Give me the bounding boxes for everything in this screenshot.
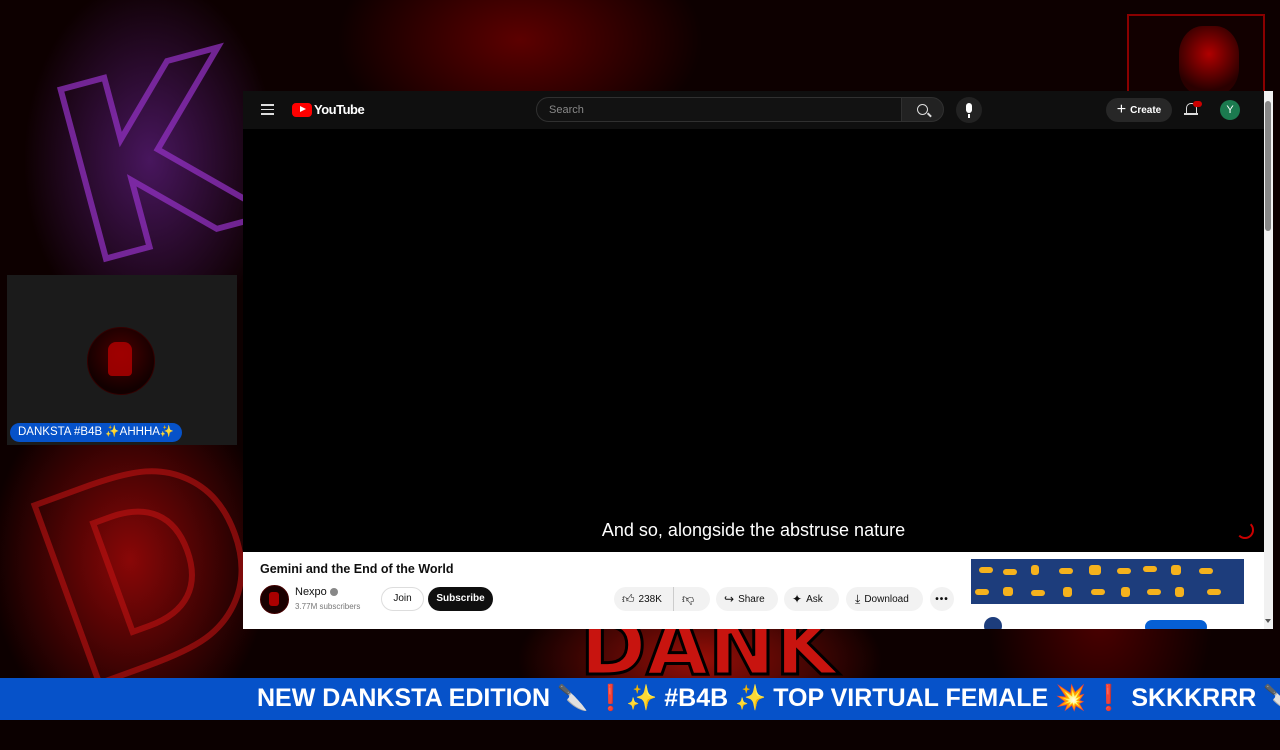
browser-window: YouTube + Create Y And so, alongside the…	[243, 91, 1273, 629]
account-avatar[interactable]: Y	[1220, 100, 1240, 120]
youtube-logo[interactable]: YouTube	[292, 102, 365, 117]
download-label: Download	[864, 593, 909, 605]
share-button[interactable]: ↪ Share	[716, 587, 778, 611]
notification-badge	[1193, 101, 1202, 107]
create-label: Create	[1130, 104, 1162, 116]
like-icon: 👍︎	[622, 592, 635, 606]
subscriber-count: 3.77M subscribers	[295, 602, 361, 611]
search-input[interactable]	[547, 103, 891, 117]
search-box	[536, 97, 902, 122]
search-button[interactable]	[901, 97, 944, 122]
background-art-letter: K	[24, 0, 282, 322]
ask-button[interactable]: ✦ Ask	[784, 587, 839, 611]
youtube-topbar: YouTube + Create Y	[243, 91, 1264, 129]
video-caption: And so, alongside the abstruse nature	[601, 520, 906, 540]
share-icon: ↪	[724, 592, 735, 606]
ad-cta-button[interactable]	[1145, 620, 1207, 629]
stream-ticker: NEW DANKSTA EDITION 🔪 ❗✨ #B4B ✨ TOP VIRT…	[0, 678, 1280, 720]
more-button[interactable]: •••	[930, 587, 954, 611]
page-scrollbar[interactable]	[1264, 91, 1273, 629]
channel-avatar[interactable]	[260, 585, 289, 614]
video-player[interactable]: And so, alongside the abstruse nature	[243, 129, 1264, 552]
loading-spinner-icon	[1236, 521, 1254, 539]
download-icon: ⤓	[855, 592, 861, 606]
youtube-logo-text: YouTube	[314, 102, 365, 117]
ticker-text: NEW DANKSTA EDITION 🔪 ❗✨ #B4B ✨ TOP VIRT…	[257, 684, 1280, 712]
like-count: 238K	[638, 593, 662, 605]
youtube-logo-icon	[292, 102, 312, 117]
like-button[interactable]: 👍︎ 238K	[614, 587, 674, 611]
menu-icon[interactable]	[261, 104, 274, 115]
download-button[interactable]: ⤓ Download	[846, 587, 923, 611]
like-dislike-group: 👍︎ 238K 👎︎	[614, 587, 710, 611]
ask-label: Ask	[806, 593, 823, 605]
ad-channel-avatar	[984, 617, 1002, 629]
webcam-panel: DANKSTA #B4B ✨AHHHA✨	[7, 275, 237, 445]
voice-search-button[interactable]	[956, 97, 982, 123]
corner-logo-character	[1179, 26, 1239, 96]
mic-icon	[966, 103, 972, 113]
plus-icon: +	[1116, 101, 1127, 118]
scroll-down-icon[interactable]	[1265, 619, 1271, 623]
streamer-avatar	[87, 327, 155, 395]
video-info: Gemini and the End of the World Nexpo 3.…	[243, 552, 1264, 629]
ask-sparkle-icon: ✦	[792, 592, 803, 606]
subscribe-button[interactable]: Subscribe	[428, 587, 493, 611]
channel-name-row[interactable]: Nexpo	[295, 586, 338, 598]
streamer-name-tag: DANKSTA #B4B ✨AHHHA✨	[10, 423, 183, 442]
share-label: Share	[738, 593, 765, 605]
dislike-icon: 👎︎	[682, 592, 695, 606]
join-button[interactable]: Join	[381, 587, 424, 611]
video-title: Gemini and the End of the World	[260, 562, 454, 576]
create-button[interactable]: + Create	[1106, 98, 1172, 122]
channel-name: Nexpo	[295, 586, 327, 598]
verified-icon	[329, 588, 338, 597]
more-icon: •••	[935, 593, 949, 605]
scrollbar-thumb[interactable]	[1265, 101, 1271, 231]
dislike-button[interactable]: 👎︎	[674, 592, 694, 606]
sidebar-ad-banner[interactable]	[971, 559, 1244, 604]
